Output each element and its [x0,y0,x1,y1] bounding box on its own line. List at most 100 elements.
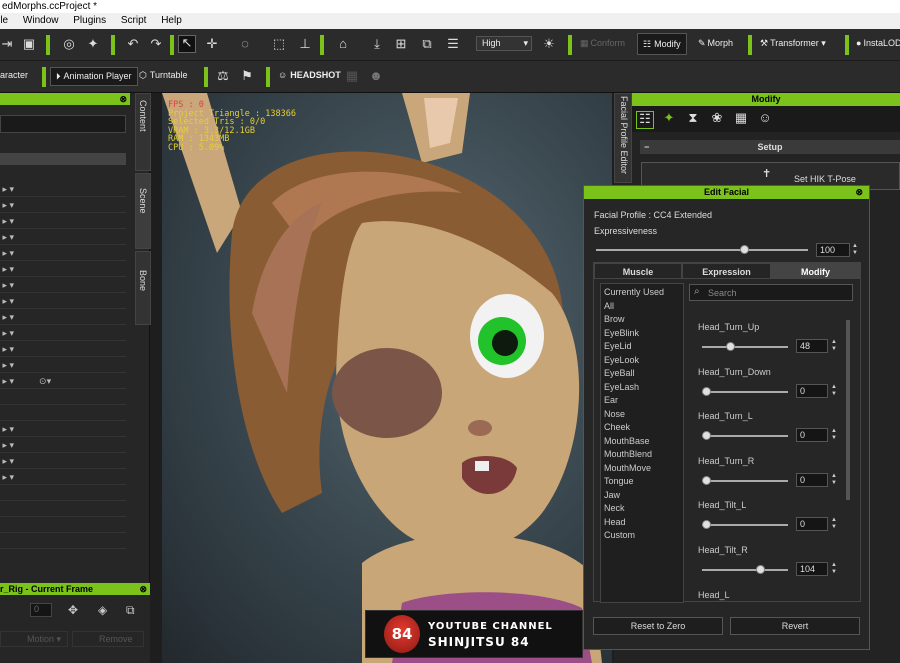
list-item[interactable]: ▸ ▾ [0,341,126,357]
grid-icon[interactable]: ▦ [345,69,359,83]
3d-viewport[interactable]: FPS : 0 Project Triangle : 138366 Select… [162,93,612,663]
morph-spinner[interactable]: ▲ ▼ [830,384,838,398]
download-icon[interactable]: ⤓ [370,37,384,51]
morph-slider-knob[interactable] [702,431,712,441]
motion-button[interactable]: Motion ▾ [0,631,68,647]
close-icon[interactable]: ⊗ [139,583,147,595]
morph-button[interactable]: ✎ Morph [698,38,733,49]
morph-scrollbar[interactable] [846,320,850,500]
turntable-button[interactable]: ⬡ Turntable [139,70,188,81]
list-item[interactable]: ▸ ▾ [0,325,126,341]
list-item[interactable]: ▸ ▾ [0,213,126,229]
list-item[interactable]: ▸ ▾ [0,469,126,485]
menu-file[interactable]: File [0,13,8,29]
scale-icon[interactable]: ⬚ [272,37,286,51]
morph-value[interactable]: 0 [796,383,828,398]
menu-plugins[interactable]: Plugins [73,13,106,29]
tab-bone[interactable]: Bone [135,251,151,325]
morph-spinner[interactable]: ▲ ▼ [830,428,838,442]
close-icon[interactable]: ⊗ [119,93,127,105]
transformer-button[interactable]: ⚒ Transformer ▾ [760,38,826,49]
list-item[interactable]: ▸ ▾ [0,277,126,293]
list-item[interactable]: ▸ ▾ [0,181,126,197]
pose-icon[interactable]: ✦ [86,37,100,51]
morph-slider[interactable] [702,390,788,393]
move-icon[interactable]: ✛ [205,37,219,51]
morph-value[interactable]: 0 [796,428,828,443]
select-icon[interactable]: ↖ [178,35,196,53]
list-item[interactable]: ▸ ▾ [0,293,126,309]
menu-window[interactable]: Window [23,13,59,29]
tab-facial-profile-editor[interactable]: Facial Profile Editor [614,93,632,183]
revert-button[interactable]: Revert [730,617,860,635]
frame-icon[interactable]: ⧉ [420,37,434,51]
view-icon[interactable]: ▣ [22,37,36,51]
tab-content[interactable]: Content [135,93,151,171]
list-item[interactable] [0,485,126,501]
list-item[interactable]: ▸ ▾ [0,357,126,373]
list-item[interactable]: ▸ ▾ [0,261,126,277]
copy-icon[interactable]: ⧉ [126,603,135,618]
morph-value[interactable]: 0 [796,472,828,487]
morph-slider[interactable] [702,569,788,571]
morph-tool-icon[interactable]: ⧗ [686,111,700,125]
fit-icon[interactable]: ⊞ [394,37,408,51]
list-item[interactable]: ▸ ▾ [0,421,126,437]
conform-button[interactable]: ▦ Conform [580,38,625,49]
cube-icon[interactable]: ◈ [98,603,107,617]
home-icon[interactable]: ⌂ [336,37,350,51]
frame-field[interactable]: 0 [30,603,52,617]
arrow-right-icon[interactable]: ⇥ [0,37,14,51]
rig-icon[interactable]: ✥ [68,603,78,617]
physics-icon[interactable]: ❀ [710,111,724,125]
list-item[interactable]: ▸ ▾ [0,229,126,245]
tab-scene[interactable]: Scene [135,173,151,249]
list-item[interactable] [0,501,126,517]
list-item[interactable]: ▸ ▾ [0,437,126,453]
morph-value[interactable]: 48 [796,339,828,353]
morph-slider[interactable] [702,435,788,438]
layers-icon[interactable]: ☰ [446,37,460,51]
morph-spinner[interactable]: ▲ ▼ [830,562,838,576]
head-icon[interactable]: ☻ [369,69,383,83]
morph-spinner[interactable]: ▲ ▼ [830,473,838,487]
list-item[interactable]: ▸ ▾ [0,453,126,469]
morph-slider-knob[interactable] [702,475,712,485]
morph-spinner[interactable]: ▲ ▼ [830,339,838,353]
left-search-field[interactable] [0,115,126,133]
list-item[interactable] [0,389,126,405]
morph-value[interactable]: 0 [796,517,828,532]
reset-to-zero-button[interactable]: Reset to Zero [593,617,723,635]
morph-slider[interactable] [702,346,788,348]
list-item[interactable] [0,517,126,533]
sliders-icon[interactable]: ☷ [636,111,654,129]
morph-spinner[interactable]: ▲ ▼ [830,517,838,531]
headshot-button[interactable]: ☺ HEADSHOT [278,70,341,80]
character-tab[interactable]: aracter [0,70,28,80]
list-item[interactable]: ▸ ▾ [0,245,126,261]
align-icon[interactable]: ⊥ [298,37,312,51]
animation-player-button[interactable]: ⏵ Animation Player [50,67,138,86]
setup-section-header[interactable]: − Setup [640,140,900,154]
list-item[interactable] [0,405,126,421]
morph-slider[interactable] [702,479,788,482]
light-icon[interactable]: ☀ [542,37,556,51]
list-item[interactable]: ▸ ▾ ⊙▾ [0,373,126,389]
morph-slider-knob[interactable] [702,520,712,530]
modify-button[interactable]: ☷ Modify [637,33,687,55]
list-item[interactable]: ▸ ▾ [0,197,126,213]
list-item[interactable]: ▸ ▾ [0,309,126,325]
remove-button[interactable]: Remove [72,631,144,647]
balance-icon[interactable]: ⚖ [216,69,230,83]
undo-icon[interactable]: ↶ [126,37,140,51]
instalod-button[interactable]: ● InstaLOD [856,38,900,48]
flag-icon[interactable]: ⚑ [240,69,254,83]
morph-slider[interactable] [702,524,788,527]
menu-help[interactable]: Help [161,13,182,29]
figure-icon[interactable]: ✦ [662,111,676,125]
checker-icon[interactable]: ▦ [734,111,748,125]
head-profile-icon[interactable]: ☺ [758,111,772,125]
morph-slider-knob[interactable] [725,342,735,351]
morph-slider-knob[interactable] [756,565,766,574]
camera-icon[interactable]: ◎ [62,37,76,51]
